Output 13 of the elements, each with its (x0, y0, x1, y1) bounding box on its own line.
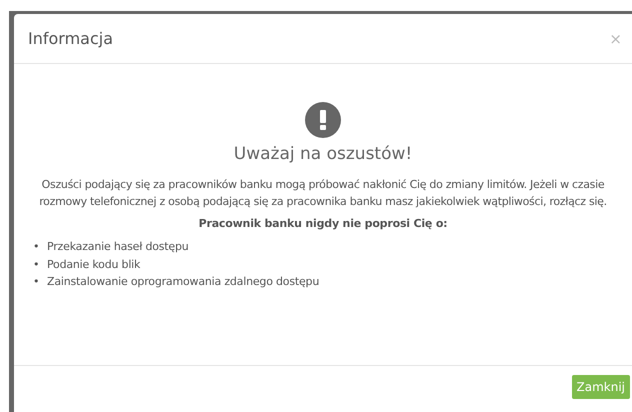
bullet-icon: • (33, 238, 47, 256)
warning-heading: Uważaj na oszustów! (234, 144, 412, 164)
list-title: Pracownik banku nigdy nie poprosi Cię o: (198, 217, 448, 230)
warning-message: Oszuści podający się za pracowników banku mogą próbować nakłonić Cię do zmiany limitów. Jeżeli w czasie rozmowy telefonicznej z osobą podającą się za pracownika banku masz jakiekolwiek wątpliwości, rozłącz się. (38, 177, 608, 210)
close-button[interactable]: × (605, 30, 626, 48)
list-item: Podanie kodu blik (47, 256, 140, 272)
bullet-icon: • (33, 273, 47, 290)
exclamation-icon (305, 102, 341, 138)
list-item: Przekazanie haseł dostępu (47, 239, 189, 255)
modal-title: Informacja (28, 29, 114, 48)
bullet-icon: • (33, 256, 47, 273)
close-button[interactable]: Zamknij (572, 375, 630, 399)
list-item: Zainstalowanie oprogramowania zdalnego dostępu (47, 274, 320, 290)
